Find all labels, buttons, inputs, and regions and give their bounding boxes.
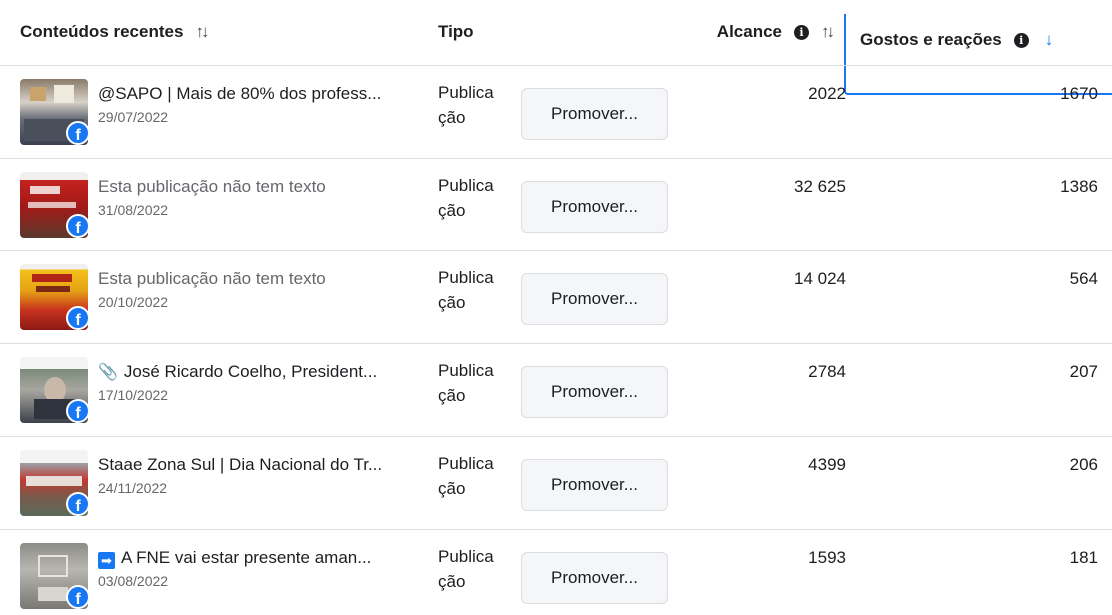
facebook-icon: f [66, 585, 90, 609]
post-type: Publica ção [438, 361, 494, 405]
facebook-icon: f [66, 399, 90, 423]
reactions-value: 564 [1069, 269, 1098, 288]
table-row[interactable]: f 📎 José Ricardo Coelho, President... 17/… [0, 343, 1112, 436]
reach-value: 32 625 [794, 177, 846, 196]
arrow-right-box-icon: ➡ [98, 552, 115, 569]
reach-value: 2784 [808, 362, 846, 381]
post-type: Publica ção [438, 268, 494, 312]
post-date: 31/08/2022 [98, 202, 169, 218]
table-row[interactable]: f @SAPO | Mais de 80% dos profess... 29/… [0, 65, 1112, 158]
reach-value: 14 024 [794, 269, 846, 288]
post-title[interactable]: ➡ A FNE vai estar presente aman... [98, 548, 418, 569]
column-header-content[interactable]: Conteúdos recentes ↑↓ [20, 0, 209, 64]
post-title[interactable]: Staae Zona Sul | Dia Nacional do Tr... [98, 455, 418, 475]
post-type: Publica ção [438, 176, 494, 220]
reactions-value: 181 [1069, 548, 1098, 567]
reactions-value: 207 [1069, 362, 1098, 381]
post-title[interactable]: @SAPO | Mais de 80% dos profess... [98, 84, 418, 104]
sort-down-icon[interactable]: ↓ [1045, 30, 1054, 50]
sort-icon[interactable]: ↑↓ [821, 22, 835, 42]
reactions-value: 1386 [1060, 177, 1098, 196]
post-type: Publica ção [438, 454, 494, 498]
promote-button[interactable]: Promover... [521, 459, 668, 511]
promote-button[interactable]: Promover... [521, 88, 668, 140]
facebook-icon: f [66, 214, 90, 238]
facebook-icon: f [66, 121, 90, 145]
promote-button[interactable]: Promover... [521, 181, 668, 233]
promote-button[interactable]: Promover... [521, 273, 668, 325]
post-date: 20/10/2022 [98, 294, 169, 310]
facebook-icon: f [66, 492, 90, 516]
reach-value: 1593 [808, 548, 846, 567]
info-icon[interactable]: i [1013, 32, 1029, 48]
reach-value: 4399 [808, 455, 846, 474]
post-date: 24/11/2022 [98, 480, 168, 496]
post-date: 17/10/2022 [98, 387, 169, 403]
info-icon[interactable]: i [794, 24, 809, 40]
reach-value: 2022 [808, 84, 846, 103]
post-date: 29/07/2022 [98, 109, 169, 125]
column-header-alcance[interactable]: Alcance i ↑↓ [600, 0, 835, 64]
table-row[interactable]: f ➡ A FNE vai estar presente aman... 03/0… [0, 529, 1112, 615]
column-header-gostos-label: Gostos e reações [860, 30, 1002, 49]
post-date: 03/08/2022 [98, 573, 169, 589]
table-row[interactable]: f Staae Zona Sul | Dia Nacional do Tr...… [0, 436, 1112, 529]
facebook-icon: f [66, 306, 90, 330]
column-header-alcance-label: Alcance [716, 22, 782, 41]
promote-button[interactable]: Promover... [521, 366, 668, 418]
post-title[interactable]: Esta publicação não tem texto [98, 177, 418, 197]
paperclip-icon: 📎 [98, 364, 118, 381]
table-row[interactable]: f Esta publicação não tem texto 31/08/20… [0, 158, 1112, 251]
column-header-tipo: Tipo [438, 0, 474, 64]
sort-icon[interactable]: ↑↓ [195, 22, 209, 42]
table-row[interactable]: f Esta publicação não tem texto 20/10/20… [0, 250, 1112, 343]
promote-button[interactable]: Promover... [521, 552, 668, 604]
column-header-content-label: Conteúdos recentes [20, 22, 184, 41]
reactions-value: 1670 [1060, 84, 1098, 103]
column-header-tipo-label: Tipo [438, 22, 474, 41]
reactions-value: 206 [1069, 455, 1098, 474]
post-title[interactable]: Esta publicação não tem texto [98, 269, 418, 289]
post-type: Publica ção [438, 83, 494, 127]
post-type: Publica ção [438, 547, 494, 591]
post-title[interactable]: 📎 José Ricardo Coelho, President... [98, 362, 418, 382]
